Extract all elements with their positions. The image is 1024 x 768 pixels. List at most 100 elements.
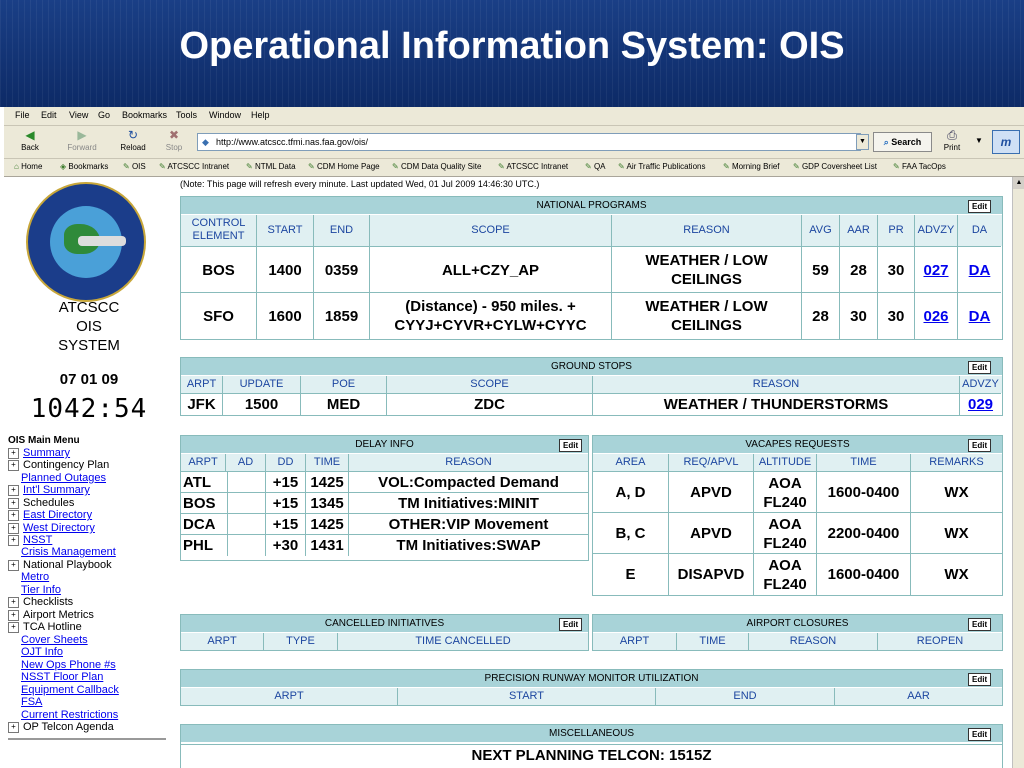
cancelled-edit-button[interactable]: Edit [559, 618, 583, 631]
menu-item-equipment-callback[interactable]: Equipment Callback [21, 684, 119, 696]
menu-item-planned-outages[interactable]: Planned Outages [21, 472, 106, 484]
url-bar[interactable]: ◆ http://www.atcscc.tfmi.nas.faa.gov/ois… [197, 133, 861, 151]
main-menu-heading: OIS Main Menu [8, 435, 80, 446]
prm-edit-button[interactable]: Edit [968, 673, 992, 686]
cell-ad [226, 492, 266, 514]
bookmark-faa-tacops[interactable]: ✎ FAA TacOps [893, 162, 946, 171]
delay-info-edit-button[interactable]: Edit [559, 439, 583, 452]
expand-plus-icon[interactable]: + [8, 522, 19, 534]
search-button[interactable]: ⌕ Search [873, 132, 932, 152]
search-label: Search [891, 137, 922, 147]
menu-file[interactable]: File [15, 110, 30, 120]
url-dropdown-button[interactable]: ▼ [856, 134, 869, 150]
menu-tools[interactable]: Tools [176, 110, 197, 120]
cell-da-link[interactable]: DA [958, 246, 1001, 293]
menu-window[interactable]: Window [209, 110, 241, 120]
back-button[interactable]: ◀ Back [10, 128, 50, 156]
col-reason: REASON [445, 456, 492, 468]
reload-button[interactable]: ↻ Reload [113, 128, 153, 156]
menu-item-nsst[interactable]: + NSST [8, 534, 52, 546]
expand-plus-icon[interactable]: + [8, 721, 19, 733]
forward-label: Forward [67, 143, 97, 152]
expand-plus-icon[interactable]: + [8, 596, 19, 608]
bookmark-qa[interactable]: ✎ QA [585, 162, 606, 171]
closures-title: AIRPORT CLOSURES [593, 615, 1002, 632]
menu-bookmarks[interactable]: Bookmarks [122, 110, 167, 120]
print-button[interactable]: ⎙ Print [932, 128, 972, 156]
menu-item-new-ops-phone-s[interactable]: New Ops Phone #s [21, 659, 116, 671]
bookmark-gdp-coversheet[interactable]: ✎ GDP Coversheet List [793, 162, 877, 171]
menu-item-airport-metrics[interactable]: + Airport Metrics [8, 609, 94, 621]
cell-time: 1600-0400 [817, 471, 911, 513]
vacapes-requests-panel: VACAPES REQUESTS Edit AREA REQ/APVL ALTI… [592, 435, 1003, 596]
col-scope: SCOPE [387, 376, 593, 393]
menu-item-checklists[interactable]: + Checklists [8, 596, 73, 608]
menu-item-label: Metro [21, 571, 50, 583]
bookmark-atcscc-intranet[interactable]: ✎ ATCSCC Intranet [159, 162, 229, 171]
menu-item-east-directory[interactable]: + East Directory [8, 509, 92, 521]
expand-plus-icon[interactable]: + [8, 559, 19, 571]
cell-remarks: WX [911, 512, 1002, 554]
menu-item-label: Tier Info [21, 584, 61, 596]
menu-item-west-directory[interactable]: + West Directory [8, 522, 95, 534]
cell-advzy-link[interactable]: 026 [915, 292, 958, 339]
page-content: ATCSCC OIS SYSTEM 07 01 09 1042:54 OIS M… [4, 177, 1012, 768]
expand-plus-icon[interactable]: + [8, 459, 19, 471]
col-end: END [314, 215, 370, 246]
menu-item-int-l-summary[interactable]: + Int'l Summary [8, 484, 90, 496]
vertical-scrollbar[interactable]: ▲ [1012, 177, 1024, 768]
expand-plus-icon[interactable]: + [8, 484, 19, 496]
bookmark-ois[interactable]: ✎ OIS [123, 162, 146, 171]
closures-edit-button[interactable]: Edit [968, 618, 992, 631]
current-date: 07 01 09 [59, 371, 119, 388]
menu-item-crisis-management[interactable]: Crisis Management [21, 546, 116, 558]
menu-item-tier-info[interactable]: Tier Info [21, 584, 61, 596]
menu-item-fsa[interactable]: FSA [21, 696, 42, 708]
menu-item-cover-sheets[interactable]: Cover Sheets [21, 634, 88, 646]
bookmark-pen-icon: ✎ [123, 162, 130, 171]
national-programs-edit-button[interactable]: Edit [968, 200, 992, 213]
bookmark-home[interactable]: ⌂ Home [14, 162, 42, 171]
bookmark-air-traffic-publications[interactable]: ✎ Air Traffic Publications [618, 162, 705, 171]
stop-button[interactable]: ✖ Stop [154, 128, 194, 156]
bookmark-bookmarks[interactable]: ◈ Bookmarks [60, 162, 108, 171]
vacapes-edit-button[interactable]: Edit [968, 439, 992, 452]
airport-closures-panel: AIRPORT CLOSURES Edit ARPT TIME REASON R… [592, 614, 1003, 651]
expand-plus-icon[interactable]: + [8, 621, 19, 633]
forward-button[interactable]: ▶ Forward [62, 128, 102, 156]
bookmark-cdm-home-page[interactable]: ✎ CDM Home Page [308, 162, 380, 171]
ground-stops-edit-button[interactable]: Edit [968, 361, 992, 374]
bookmark-ntml-data[interactable]: ✎ NTML Data [246, 162, 296, 171]
menu-item-summary[interactable]: + Summary [8, 447, 70, 459]
cell-da-link[interactable]: DA [958, 292, 1001, 339]
menu-item-nsst-floor-plan[interactable]: NSST Floor Plan [21, 671, 103, 683]
menu-help[interactable]: Help [251, 110, 270, 120]
cell-advzy-link[interactable]: 029 [960, 393, 1001, 415]
menu-edit[interactable]: Edit [41, 110, 57, 120]
cell-advzy-link[interactable]: 027 [915, 246, 958, 293]
expand-plus-icon[interactable]: + [8, 497, 19, 509]
misc-edit-button[interactable]: Edit [968, 728, 992, 741]
menu-item-ojt-info[interactable]: OJT Info [21, 646, 63, 658]
expand-plus-icon[interactable]: + [8, 534, 19, 546]
menu-item-tca-hotline[interactable]: + TCA Hotline [8, 621, 82, 633]
menu-item-national-playbook[interactable]: + National Playbook [8, 559, 112, 571]
menu-go[interactable]: Go [98, 110, 110, 120]
bookmark-cdm-data-quality[interactable]: ✎ CDM Data Quality Site [392, 162, 481, 171]
cancelled-initiatives-panel: CANCELLED INITIATIVES Edit ARPT TYPE TIM… [180, 614, 589, 651]
cell-time: 1425 [306, 471, 349, 493]
bookmark-morning-brief[interactable]: ✎ Morning Brief [723, 162, 780, 171]
menu-item-op-telcon-agenda[interactable]: + OP Telcon Agenda [8, 721, 114, 733]
expand-plus-icon[interactable]: + [8, 509, 19, 521]
menu-item-contingency-plan[interactable]: + Contingency Plan [8, 459, 109, 471]
menu-view[interactable]: View [69, 110, 88, 120]
menu-item-current-restrictions[interactable]: Current Restrictions [21, 709, 118, 721]
bookmark-atcscc-intranet-2[interactable]: ✎ ATCSCC Intranet [498, 162, 568, 171]
print-dropdown-icon[interactable]: ▼ [975, 136, 983, 145]
expand-plus-icon[interactable]: + [8, 447, 19, 459]
cell-ad [226, 513, 266, 535]
menu-item-schedules[interactable]: + Schedules [8, 497, 74, 509]
expand-plus-icon[interactable]: + [8, 609, 19, 621]
menu-item-metro[interactable]: Metro [21, 571, 49, 583]
scroll-up-arrow-icon[interactable]: ▲ [1013, 177, 1024, 189]
